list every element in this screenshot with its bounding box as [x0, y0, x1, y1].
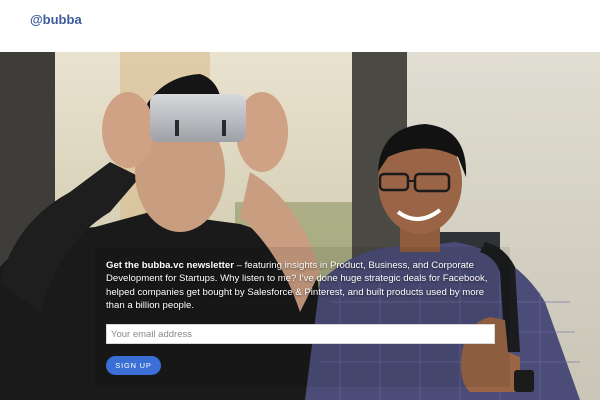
email-field[interactable]: [106, 324, 495, 344]
signup-button[interactable]: SIGN UP: [106, 356, 161, 375]
site-title-link[interactable]: @bubba: [30, 12, 82, 27]
newsletter-overlay: Get the bubba.vc newsletter – featuring …: [0, 52, 600, 400]
newsletter-headline: Get the bubba.vc newsletter: [106, 260, 234, 271]
newsletter-pitch: Get the bubba.vc newsletter – featuring …: [106, 259, 498, 313]
top-bar: @bubba: [0, 0, 600, 52]
